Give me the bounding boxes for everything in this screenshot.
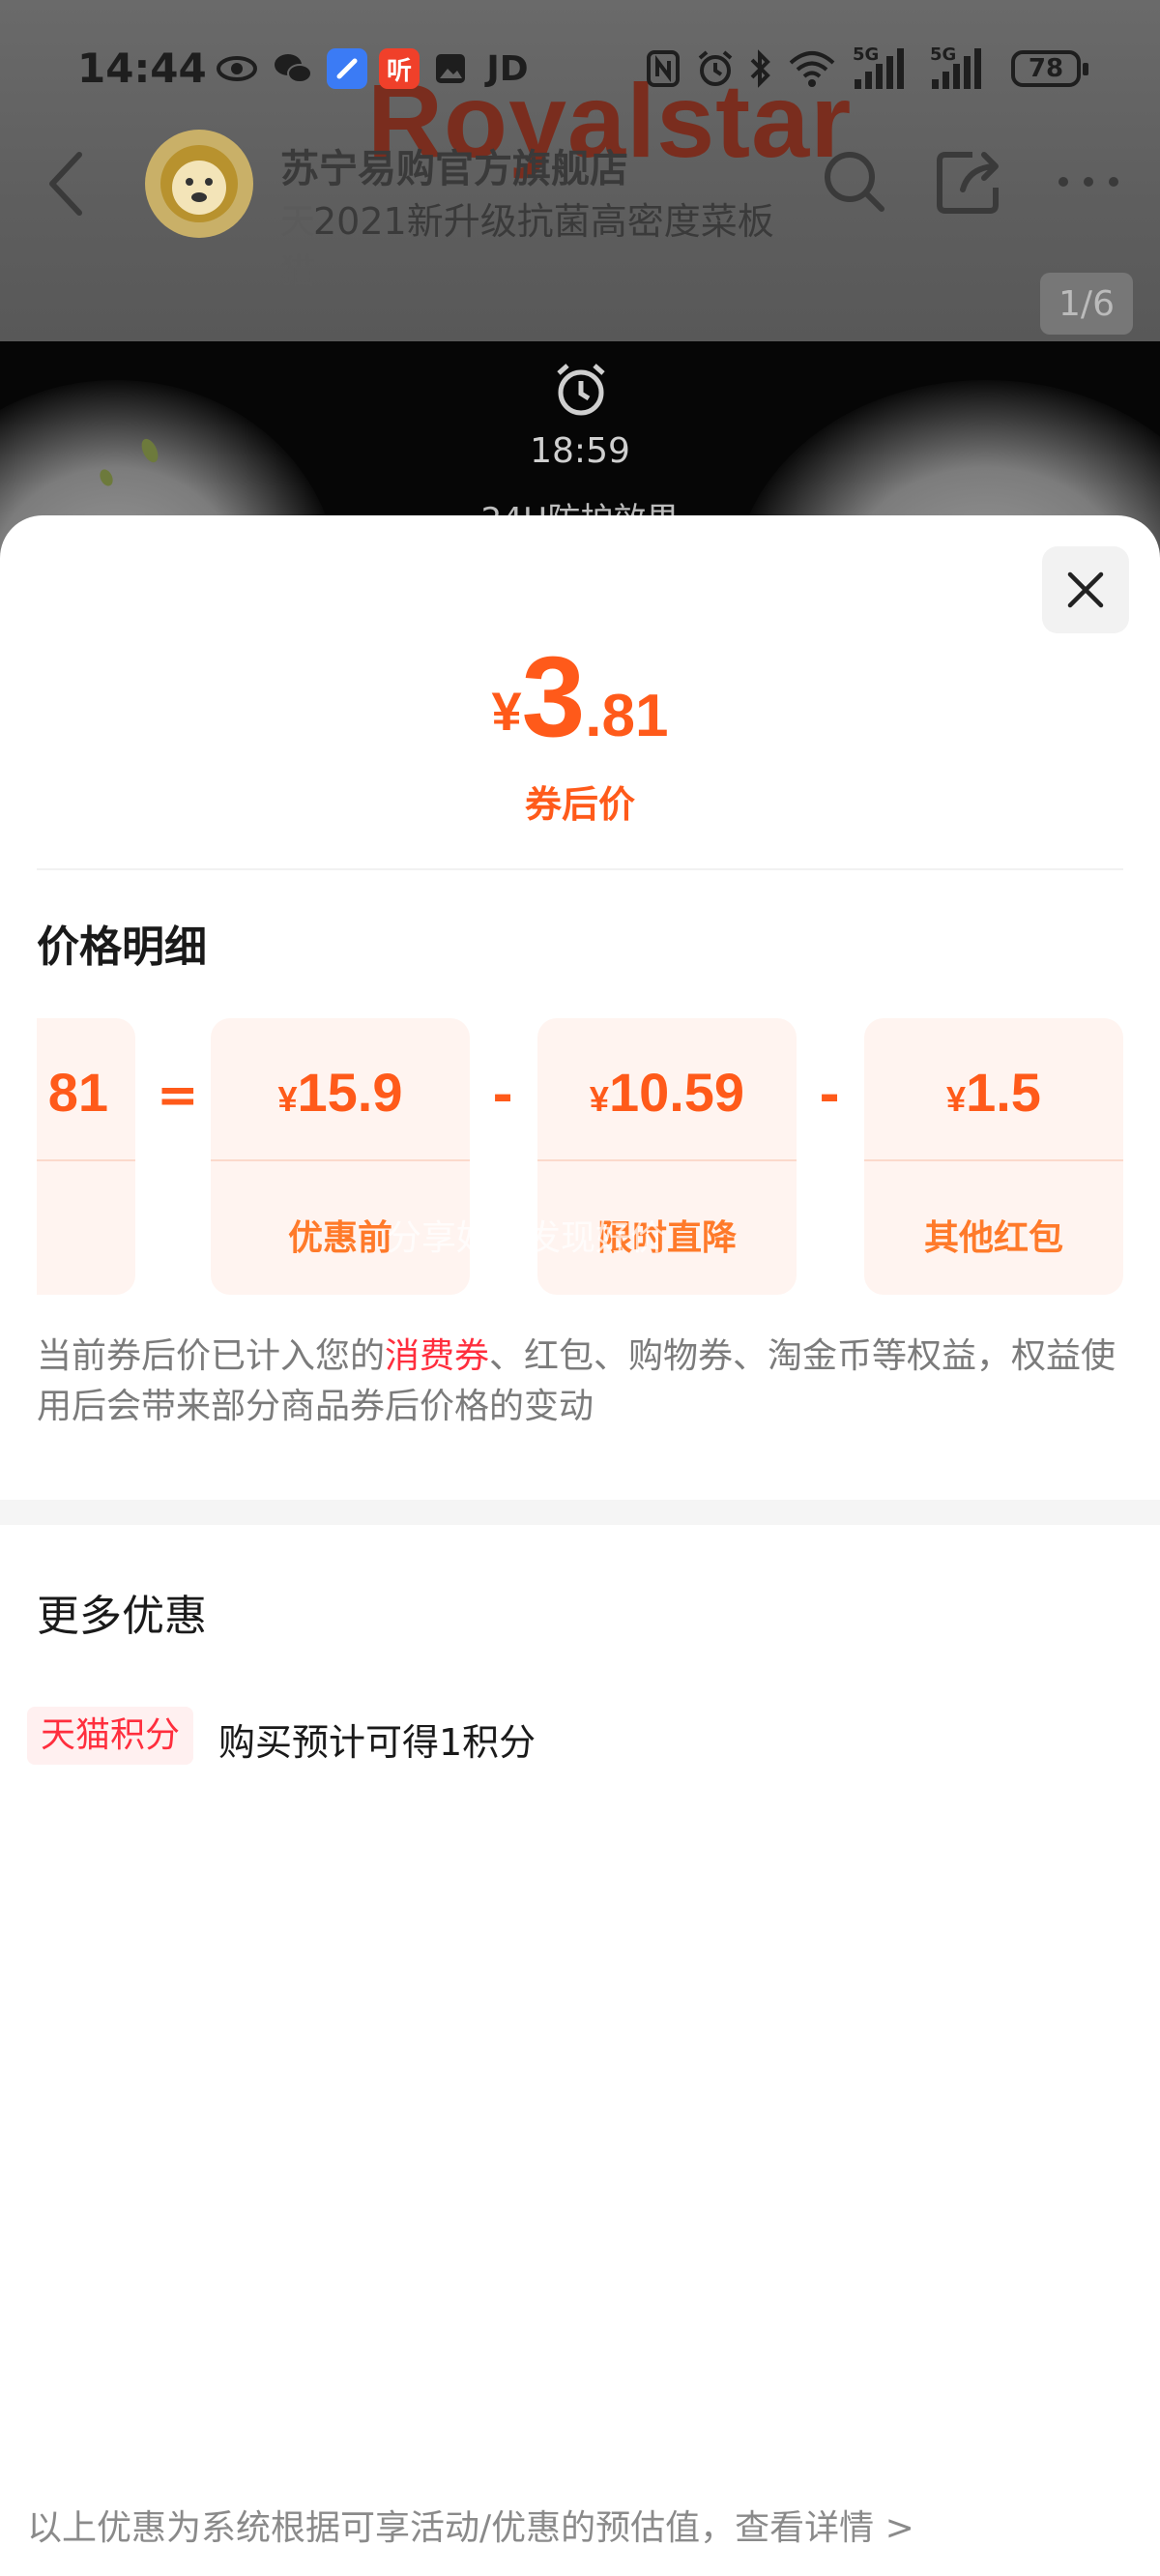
store-avatar[interactable] (145, 130, 253, 238)
final-price: ¥3.81 (0, 631, 1160, 763)
status-bar: 14:44 听 JD 5G 5G 78 (0, 39, 1160, 101)
note-text-start: 当前券后价已计入您的 (37, 1336, 386, 1376)
price-detail-title: 价格明细 (37, 922, 207, 972)
eye-icon (215, 48, 259, 89)
bluetooth-icon (744, 48, 777, 89)
jd-app-icon: JD (486, 48, 529, 89)
tmall-points-text: 购买预计可得1积分 (218, 1721, 536, 1764)
breakdown-card-red-packet: ¥1.5 其他红包 (864, 1018, 1123, 1295)
price-integer: 3 (521, 633, 586, 761)
breakdown-original-value: ¥15.9 (211, 1061, 470, 1124)
amount: 1.5 (966, 1062, 1041, 1123)
currency-symbol: ¥ (277, 1079, 298, 1119)
wechat-icon (271, 48, 315, 89)
wifi-icon (785, 48, 839, 89)
ting-app-icon: 听 (379, 48, 420, 89)
breakdown-red-packet-label: 其他红包 (923, 1218, 1063, 1258)
photo-icon (429, 48, 472, 89)
estimate-details-link[interactable]: 以上优惠为系统根据可享活动/优惠的预估值，查看详情 > (27, 2500, 914, 2550)
section-separator (0, 1500, 1160, 1525)
nfc-icon (642, 48, 684, 89)
breakdown-result-value: 81 (47, 1062, 108, 1123)
back-icon[interactable] (39, 145, 97, 222)
close-button[interactable] (1042, 546, 1129, 633)
consumption-coupon-link[interactable]: 消费券 (385, 1336, 489, 1376)
screen: Royalstar 14:44 听 JD 5G 5G 78 苏宁易购官方旗舰店 … (0, 0, 1160, 2576)
price-detail-sheet: ¥3.81 券后价 价格明细 81 价 = ¥15.9 优惠前 - ¥10.59… (0, 515, 1160, 2576)
price-currency: ¥ (491, 681, 522, 742)
divider (37, 868, 1123, 870)
store-name[interactable]: 苏宁易购官方旗舰店 (280, 137, 628, 193)
signal-2-icon: 5G (930, 44, 981, 89)
tmall-points-tag: 天猫积分 (27, 1707, 194, 1765)
breakdown-flash-discount-value: ¥10.59 (537, 1061, 797, 1124)
price-caption: 券后价 (524, 783, 635, 826)
product-title: 2021新升级抗菌高密度菜板 (313, 200, 774, 243)
battery-indicator: 78 (1011, 50, 1088, 87)
equals-sign: = (157, 1067, 199, 1125)
currency-symbol: ¥ (946, 1079, 967, 1119)
amount: 10.59 (608, 1062, 745, 1123)
signal-1-label: 5G (853, 44, 880, 65)
watermark: 分享好物发现好价 (387, 1218, 666, 1258)
status-time: 14:44 (77, 44, 207, 92)
share-icon[interactable] (934, 145, 1007, 219)
search-icon[interactable] (818, 145, 891, 219)
overlay-time: 18:59 (530, 431, 630, 471)
price-note: 当前券后价已计入您的消费券、红包、购物券、淘金币等权益，权益使用后会带来部分商品… (37, 1332, 1123, 1432)
price-decimal: .81 (585, 683, 669, 749)
signal-2-label: 5G (930, 44, 957, 65)
close-icon (1067, 571, 1104, 608)
browser-app-icon (327, 48, 367, 89)
amount: 15.9 (297, 1062, 403, 1123)
breakdown-red-packet-value: ¥1.5 (864, 1061, 1123, 1124)
breakdown-card-result: 81 价 (37, 1018, 135, 1295)
image-counter: 1/6 (1040, 273, 1133, 335)
minus-sign: - (819, 1067, 840, 1125)
tmall-label: 天猫 (280, 202, 316, 292)
breakdown-result-label: 价 (37, 1210, 135, 1260)
alarm-clock-icon (551, 360, 611, 420)
alarm-status-icon (694, 48, 737, 89)
currency-symbol: ¥ (589, 1079, 609, 1119)
more-icon[interactable] (1052, 145, 1125, 219)
more-offers-title: 更多优惠 (37, 1592, 207, 1641)
minus-sign: - (492, 1067, 513, 1125)
signal-1-icon: 5G (853, 44, 904, 89)
